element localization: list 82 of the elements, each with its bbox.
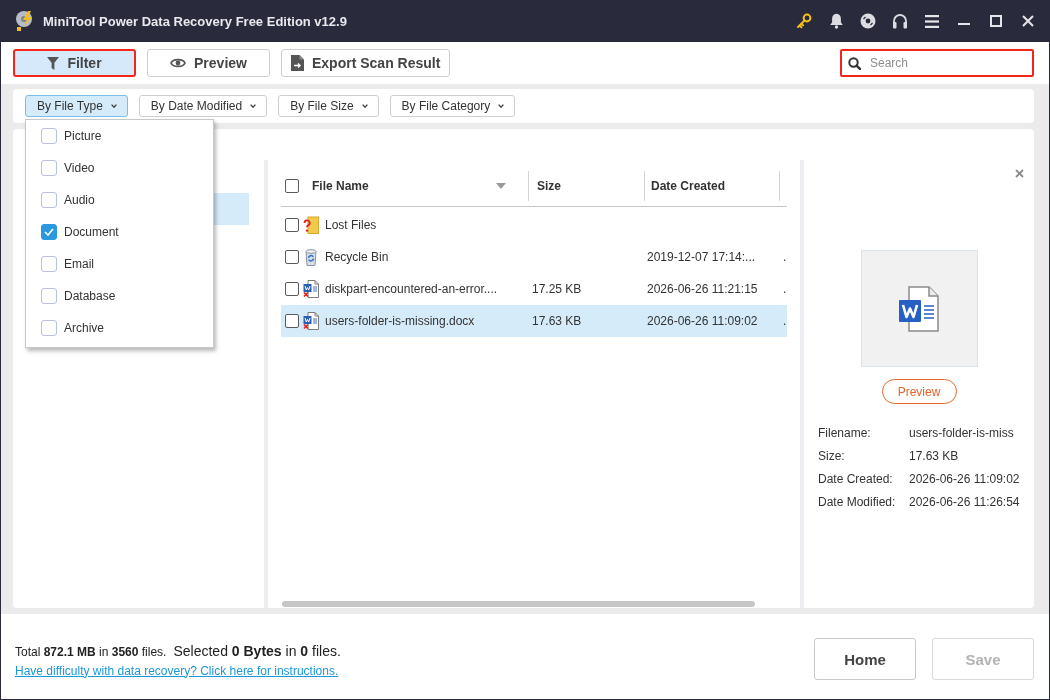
- table-cell: .: [783, 250, 787, 264]
- chevron-down-icon: [361, 104, 368, 108]
- detail-value: users-folder-is-miss: [909, 425, 1015, 440]
- footer-button[interactable]: Home: [814, 638, 916, 680]
- checkbox[interactable]: [41, 256, 57, 272]
- selection-text: Selected 0 Bytes in 0 files.: [173, 642, 341, 659]
- menu-item[interactable]: Email: [26, 248, 213, 280]
- checkbox[interactable]: [41, 320, 57, 336]
- file-row[interactable]: diskpart-encountered-an-error.... 17.25 KB 2026-06-26 11:21:15 .: [281, 273, 787, 305]
- checkbox[interactable]: [285, 250, 299, 264]
- column-header[interactable]: Size: [537, 178, 561, 193]
- file-name: diskpart-encountered-an-error....: [325, 282, 498, 296]
- detail-label: Filename:: [818, 425, 872, 440]
- preview-button[interactable]: Preview: [147, 49, 270, 77]
- filter-dropdown[interactable]: By File Type: [25, 95, 128, 117]
- file-name: users-folder-is-missing.docx: [325, 314, 475, 328]
- menu-item[interactable]: Video: [26, 152, 213, 184]
- search-field[interactable]: Search: [840, 49, 1034, 77]
- detail-value: 17.63 KB: [909, 448, 960, 463]
- eye-icon: [170, 57, 187, 69]
- menu-item[interactable]: Picture: [26, 120, 213, 152]
- checkbox[interactable]: [41, 224, 57, 240]
- export-button[interactable]: Export Scan Result: [281, 49, 451, 77]
- word-document-icon: [303, 312, 319, 330]
- file-row[interactable]: users-folder-is-missing.docx 17.63 KB 2026-06-26 11:09:02 .: [281, 305, 787, 337]
- menu-item[interactable]: Document: [26, 216, 213, 248]
- column-header[interactable]: File Name: [312, 178, 369, 193]
- checkbox[interactable]: [41, 160, 57, 176]
- checkbox[interactable]: [285, 178, 299, 193]
- disc-icon[interactable]: [860, 13, 876, 29]
- preview-button[interactable]: Preview: [881, 379, 957, 404]
- menu-icon[interactable]: [925, 14, 939, 28]
- checkmark-icon: [44, 228, 54, 236]
- checkbox[interactable]: [285, 314, 299, 328]
- detail-label: Date Created:: [818, 471, 894, 486]
- summary-text: Total 872.1 MB in 3560 files.: [15, 644, 167, 659]
- detail-value: 2026-06-26 11:26:54: [909, 494, 1021, 509]
- word-document-icon: [899, 285, 939, 332]
- table-cell: .: [783, 314, 787, 328]
- file-row[interactable]: Recycle Bin 2019-12-07 17:14:... .: [281, 241, 787, 273]
- horizontal-scrollbar[interactable]: [282, 601, 755, 607]
- key-icon[interactable]: [796, 13, 812, 29]
- detail-label: Size:: [818, 448, 846, 463]
- checkbox[interactable]: [285, 282, 299, 296]
- chevron-down-icon: [110, 104, 117, 108]
- date-created: 2019-12-07 17:14:...: [647, 250, 756, 264]
- chevron-down-icon: [250, 104, 257, 108]
- date-created: 2026-06-26 11:21:15: [647, 282, 758, 296]
- file-size: 17.63 KB: [532, 314, 582, 328]
- menu-item[interactable]: Archive: [26, 312, 213, 344]
- bell-icon[interactable]: [828, 13, 844, 29]
- file-name: Lost Files: [325, 218, 377, 232]
- file-size: 17.25 KB: [532, 282, 582, 296]
- word-document-icon: [303, 280, 319, 298]
- filter-dropdown[interactable]: By File Size: [278, 95, 379, 117]
- detail-value: 2026-06-26 11:09:02: [909, 471, 1021, 486]
- folder-question-icon: [303, 216, 319, 234]
- headphones-icon[interactable]: [892, 13, 908, 29]
- export-file-icon: [291, 55, 304, 71]
- sort-descending-icon[interactable]: [496, 182, 506, 189]
- maximize-icon[interactable]: [990, 15, 1002, 27]
- search-icon: [848, 57, 861, 70]
- filter-dropdown[interactable]: By File Category: [389, 95, 516, 117]
- filter-icon: [47, 56, 60, 70]
- menu-item[interactable]: Database: [26, 280, 213, 312]
- menu-item[interactable]: Audio: [26, 184, 213, 216]
- checkbox[interactable]: [285, 218, 299, 232]
- window-title: MiniTool Power Data Recovery Free Edition v12.9: [43, 13, 347, 29]
- detail-label: Date Modified:: [818, 494, 897, 509]
- filter-dropdown[interactable]: By Date Modified: [138, 95, 268, 117]
- column-header[interactable]: Date Created: [651, 178, 726, 193]
- file-name: Recycle Bin: [325, 250, 389, 264]
- filter-button[interactable]: Filter: [13, 49, 136, 77]
- checkbox[interactable]: [41, 128, 57, 144]
- checkbox[interactable]: [41, 192, 57, 208]
- chevron-down-icon: [498, 104, 505, 108]
- app-logo-icon: [15, 10, 35, 32]
- date-created: 2026-06-26 11:09:02: [647, 314, 758, 328]
- recycle-bin-icon: [303, 248, 319, 266]
- checkbox[interactable]: [41, 288, 57, 304]
- file-row[interactable]: Lost Files: [281, 209, 787, 241]
- table-cell: .: [783, 282, 787, 296]
